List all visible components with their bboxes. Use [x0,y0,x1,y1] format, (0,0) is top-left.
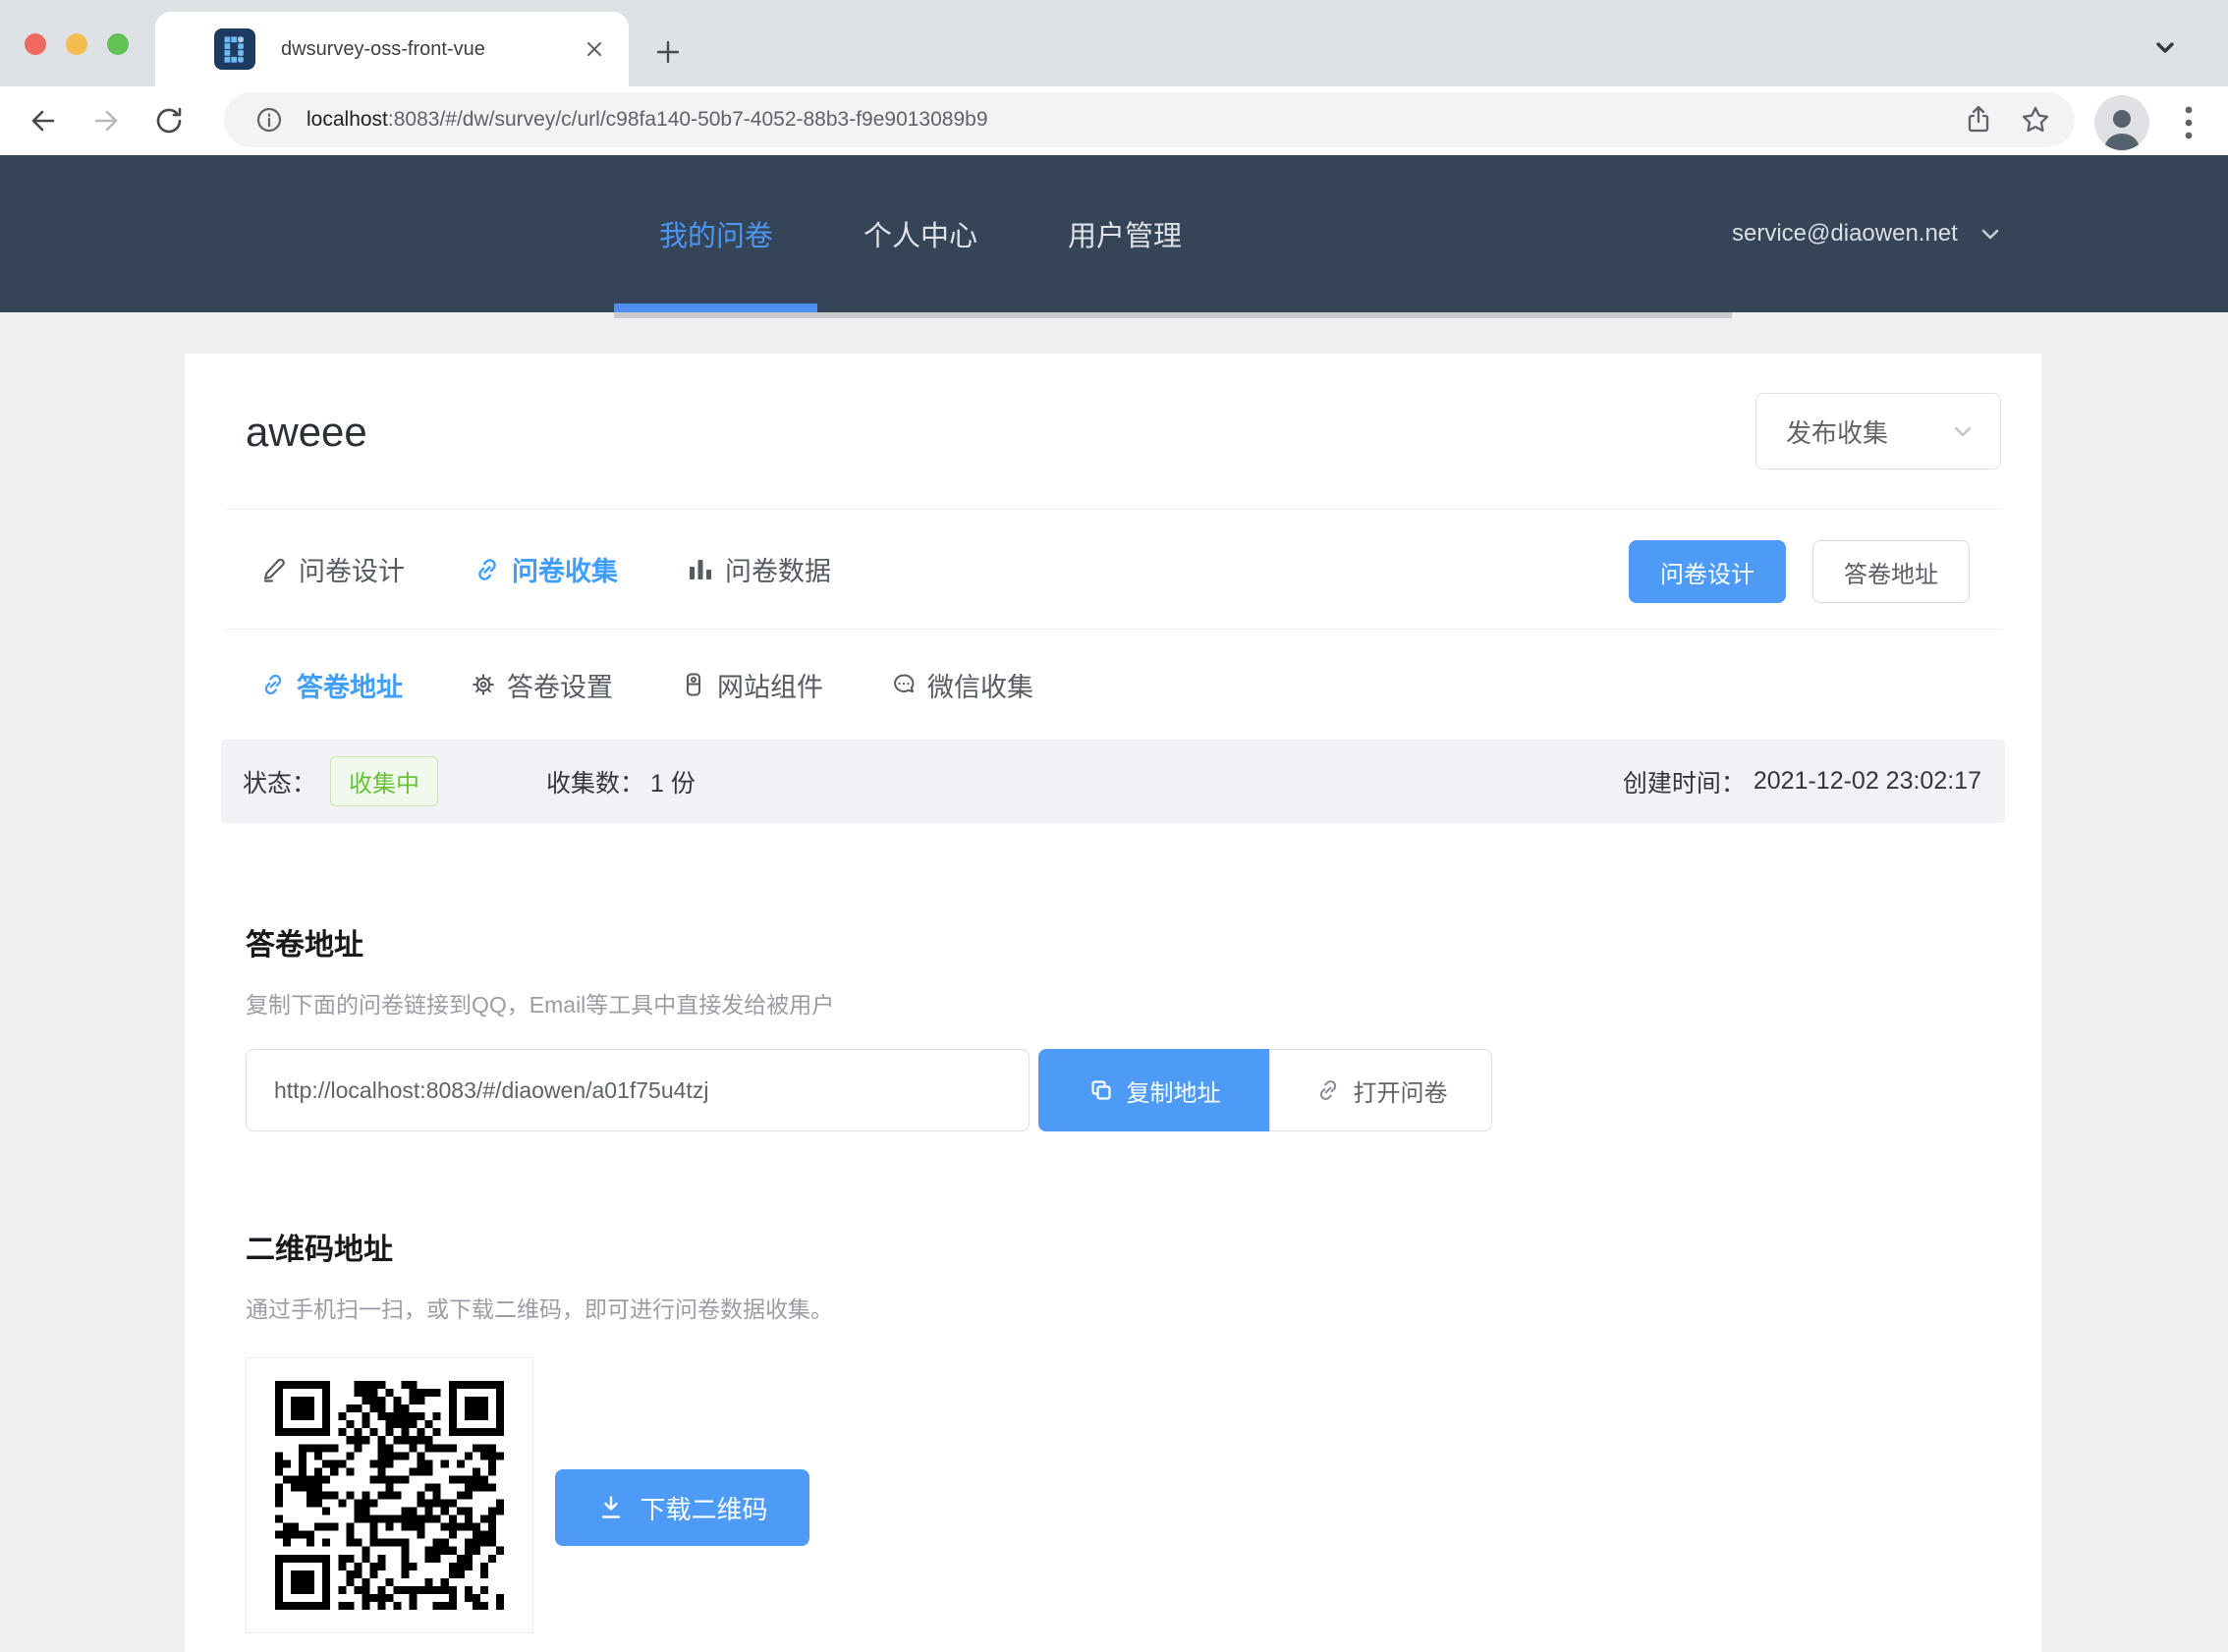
created-time-label: 创建时间： [1623,764,1746,799]
account-menu[interactable]: service@diaowen.net [1732,155,2005,312]
url-host: localhost [306,108,388,131]
survey-actions: 问卷设计 答卷地址 [1629,540,1970,603]
answer-url-row: 复制地址 打开问卷 [246,1049,1492,1131]
chevron-down-icon [1976,219,2005,248]
answer-url-button[interactable]: 答卷地址 [1812,540,1970,603]
subtab-label: 答卷地址 [297,666,403,704]
subtab-wechat-collect[interactable]: 微信收集 [890,666,1033,704]
survey-tabs: 问卷设计 问卷收集 问卷数据 [259,510,831,629]
qr-code-card [246,1357,533,1633]
url-bar[interactable]: localhost:8083/#/dw/survey/c/url/c98fa14… [224,92,2075,147]
status-bar: 状态： 收集中 收集数： 1 份 创建时间： 2021-12-02 23:02:… [221,740,2005,823]
subtab-label: 答卷设置 [507,666,613,704]
bar-chart-icon [686,555,715,584]
collect-subtabs: 答卷地址 答卷设置 网站组件 [259,630,1033,740]
tab-list-chevron-icon[interactable] [2147,29,2183,65]
collect-count-label: 收集数： [546,764,644,799]
window-minimize-button[interactable] [66,33,87,55]
subtab-answer-url[interactable]: 答卷地址 [259,666,403,704]
site-info-icon[interactable] [248,98,291,141]
download-qr-label: 下载二维码 [640,1490,767,1526]
share-icon[interactable] [1957,98,2000,141]
status-label: 状态： [243,764,316,799]
new-tab-button[interactable] [648,32,688,72]
forward-button[interactable] [84,99,128,142]
qrcode-description: 通过手机扫一扫，或下载二维码，即可进行问卷数据收集。 [246,1291,833,1324]
back-button[interactable] [22,99,65,142]
browser-tabstrip: dwsurvey-oss-front-vue [0,0,2228,86]
bookmark-star-icon[interactable] [2014,98,2057,141]
survey-design-button[interactable]: 问卷设计 [1629,540,1786,603]
tab-label: 问卷收集 [512,550,618,588]
app-header: DIAOWEN 调问 OSS 我的问卷 个人中心 用户管理 service@di… [0,155,2228,312]
chevron-down-icon [1949,417,1977,445]
copy-url-button[interactable]: 复制地址 [1038,1049,1269,1131]
subtab-answer-settings[interactable]: 答卷设置 [470,666,613,704]
answer-url-description: 复制下面的问卷链接到QQ，Email等工具中直接发给被用户 [246,986,834,1019]
publish-status-select[interactable]: 发布收集 [1755,393,2001,469]
window-close-button[interactable] [25,33,46,55]
nav-item-personal-center[interactable]: 个人中心 [818,155,1023,312]
widget-tag-icon [680,671,707,698]
qr-code-image [275,1381,504,1610]
submenu-strip [614,312,1732,318]
tab-close-icon[interactable] [578,32,611,66]
link-icon [1314,1076,1342,1104]
survey-card: aweee 发布收集 问卷设计 [185,354,2041,1652]
nav-item-my-surveys[interactable]: 我的问卷 [614,155,818,312]
reload-button[interactable] [147,99,191,142]
chat-bubble-icon [890,671,918,698]
qrcode-heading: 二维码地址 [246,1225,393,1268]
copy-icon [1087,1076,1115,1104]
tab-label: 问卷数据 [725,550,831,588]
browser-menu-icon[interactable] [2167,98,2210,147]
url-text: localhost:8083/#/dw/survey/c/url/c98fa14… [306,108,1957,132]
url-path: :8083/#/dw/survey/c/url/c98fa140-50b7-40… [388,108,988,131]
subtab-site-widget[interactable]: 网站组件 [680,666,823,704]
collect-count-value: 1 份 [650,764,696,799]
survey-title: aweee [246,409,367,456]
tab-title: dwsurvey-oss-front-vue [281,38,578,61]
open-survey-button[interactable]: 打开问卷 [1269,1049,1492,1131]
edit-pencil-icon [259,555,289,584]
link-icon [259,671,287,698]
tab-survey-collect[interactable]: 问卷收集 [473,550,618,588]
browser-toolbar: localhost:8083/#/dw/survey/c/url/c98fa14… [0,86,2228,155]
answer-url-heading: 答卷地址 [246,920,363,964]
window-zoom-button[interactable] [107,33,129,55]
gear-icon [470,671,497,698]
answer-url-input[interactable] [246,1049,1030,1131]
download-qr-button[interactable]: 下载二维码 [555,1469,809,1546]
copy-url-label: 复制地址 [1127,1074,1221,1108]
tab-label: 问卷设计 [299,550,405,588]
tab-survey-design[interactable]: 问卷设计 [259,550,405,588]
favicon-icon [214,28,255,70]
screen: dwsurvey-oss-front-vue [0,0,2228,1652]
browser-profile-avatar[interactable] [2094,95,2149,150]
main-nav: 我的问卷 个人中心 用户管理 [614,155,1227,312]
open-survey-label: 打开问卷 [1354,1074,1448,1108]
account-email: service@diaowen.net [1732,220,1958,248]
browser-tab[interactable]: dwsurvey-oss-front-vue [155,12,629,86]
link-icon [473,555,502,584]
download-icon [596,1493,626,1522]
subtab-label: 网站组件 [717,666,823,704]
nav-active-underline [614,303,817,312]
status-badge: 收集中 [330,756,438,806]
publish-select-value: 发布收集 [1786,413,1949,450]
nav-item-user-management[interactable]: 用户管理 [1023,155,1227,312]
subtab-label: 微信收集 [927,666,1033,704]
created-time-value: 2021-12-02 23:02:17 [1754,767,1981,796]
tab-survey-data[interactable]: 问卷数据 [686,550,831,588]
